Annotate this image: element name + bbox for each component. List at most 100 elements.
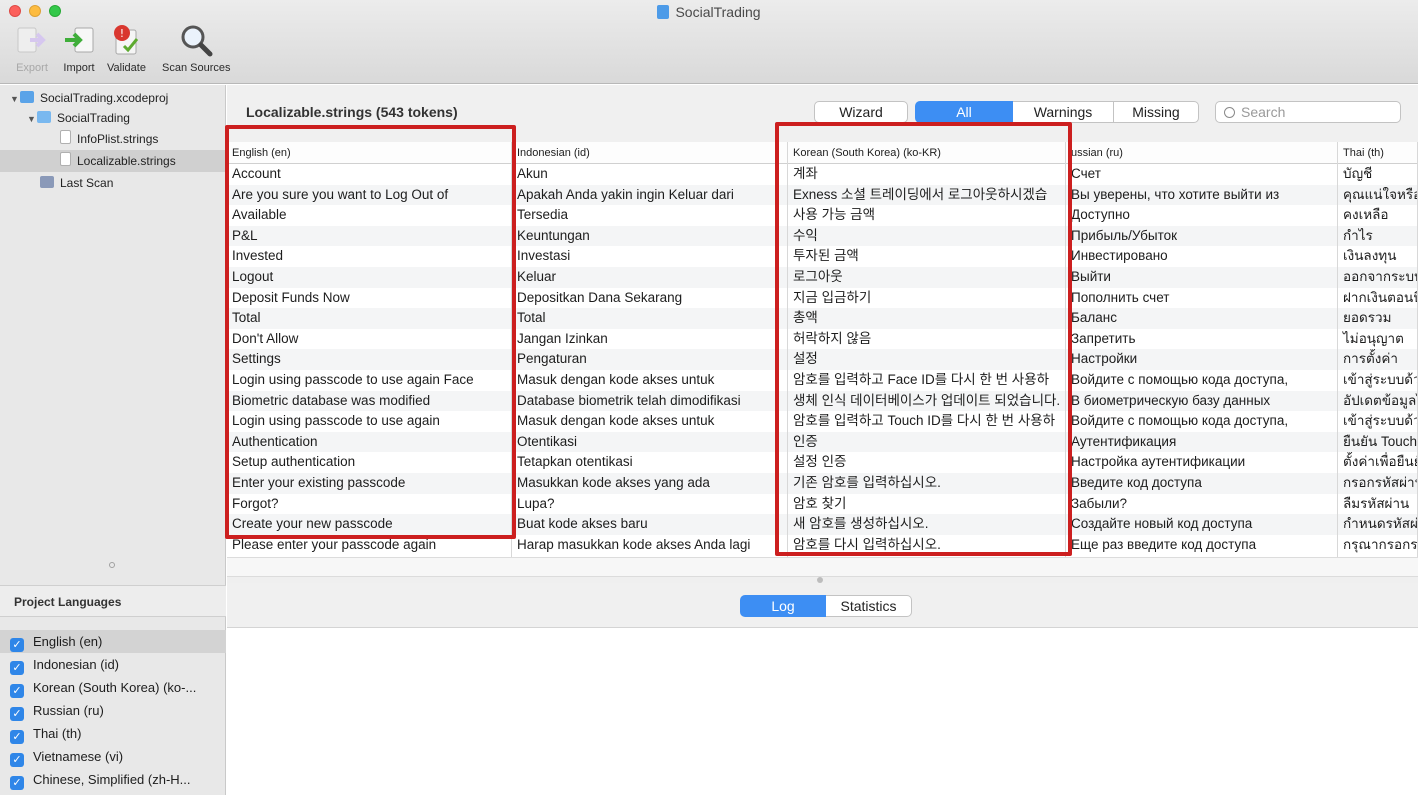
table-cell[interactable]: Deposit Funds Now — [227, 288, 511, 309]
filter-all-button[interactable]: All — [915, 101, 1013, 123]
export-button[interactable]: Export — [14, 22, 50, 74]
table-cell[interactable]: Investasi — [512, 246, 787, 267]
horizontal-scrollbar[interactable] — [227, 557, 1418, 577]
table-cell[interactable]: Инвестировано — [1066, 246, 1337, 267]
sidebar-splitter-handle[interactable] — [109, 562, 115, 568]
table-cell[interactable]: Настройка аутентификации — [1066, 452, 1337, 473]
table-cell[interactable]: Keuntungan — [512, 225, 787, 247]
column-header[interactable]: Korean (South Korea) (ko-KR) — [788, 142, 1065, 164]
table-cell[interactable]: Database biometrik telah dimodifikasi — [512, 390, 787, 412]
table-cell[interactable]: Запретить — [1066, 329, 1337, 350]
table-cell[interactable]: Account — [227, 164, 511, 185]
table-cell[interactable]: 계좌 — [788, 164, 1065, 185]
table-cell[interactable]: Masuk dengan kode akses untuk — [512, 370, 787, 391]
table-cell[interactable]: 생체 인식 데이터베이스가 업데이트 되었습니다. — [788, 390, 1065, 412]
table-cell[interactable]: การตั้งค่า — [1338, 349, 1417, 370]
table-cell[interactable]: กรุณากรอกร — [1338, 535, 1417, 556]
checkbox-icon[interactable]: ✓ — [10, 661, 24, 675]
language-item[interactable]: ✓ Vietnamese (vi) — [0, 745, 226, 768]
table-cell[interactable]: 암호를 다시 입력하십시오. — [788, 535, 1065, 556]
table-cell[interactable]: กำหนดรหัสผ่ — [1338, 514, 1417, 535]
table-cell[interactable]: Tetapkan otentikasi — [512, 452, 787, 473]
table-cell[interactable]: P&L — [227, 225, 511, 247]
table-cell[interactable]: 허락하지 않음 — [788, 329, 1065, 350]
table-cell[interactable]: Счет — [1066, 164, 1337, 185]
table-cell[interactable]: Войдите с помощью кода доступа, — [1066, 370, 1337, 391]
table-cell[interactable]: อัปเดตข้อมูลไ — [1338, 390, 1417, 412]
table-cell[interactable]: เข้าสู่ระบบด้ว — [1338, 370, 1417, 391]
table-cell[interactable]: Buat kode akses baru — [512, 514, 787, 535]
tab-log[interactable]: Log — [740, 595, 826, 617]
tree-item-infoplist[interactable]: InfoPlist.strings — [0, 128, 226, 150]
table-cell[interactable]: เงินลงทุน — [1338, 246, 1417, 267]
table-cell[interactable]: ลืมรหัสผ่าน — [1338, 494, 1417, 515]
table-cell[interactable]: Еще раз введите код доступа — [1066, 535, 1337, 556]
table-cell[interactable]: Enter your existing passcode — [227, 472, 511, 494]
table-cell[interactable]: Invested — [227, 246, 511, 267]
column-header[interactable]: ussian (ru) — [1066, 142, 1337, 164]
table-cell[interactable]: Depositkan Dana Sekarang — [512, 288, 787, 309]
table-cell[interactable]: Settings — [227, 349, 511, 370]
table-cell[interactable]: Login using passcode to use again Face — [227, 370, 511, 391]
language-item[interactable]: ✓ Korean (South Korea) (ko-... — [0, 676, 226, 699]
table-cell[interactable]: Logout — [227, 266, 511, 288]
filter-missing-button[interactable]: Missing — [1113, 101, 1199, 123]
table-cell[interactable]: 투자된 금액 — [788, 246, 1065, 267]
filter-warnings-button[interactable]: Warnings — [1013, 101, 1113, 123]
table-cell[interactable]: 암호 찾기 — [788, 494, 1065, 515]
table-cell[interactable]: Authentication — [227, 431, 511, 453]
table-cell[interactable]: Masukkan kode akses yang ada — [512, 472, 787, 494]
language-item[interactable]: ✓ Chinese, Simplified (zh-H... — [0, 768, 226, 791]
table-cell[interactable]: ออกจากระบบ — [1338, 266, 1417, 288]
table-cell[interactable]: Harap masukkan kode akses Anda lagi — [512, 535, 787, 556]
table-cell[interactable]: กรอกรหัสผ่าน — [1338, 472, 1417, 494]
table-cell[interactable]: ตั้งค่าเพื่อยืนยั — [1338, 452, 1417, 473]
table-cell[interactable]: Настройки — [1066, 349, 1337, 370]
table-cell[interactable]: Баланс — [1066, 308, 1337, 329]
table-cell[interactable]: 설정 — [788, 349, 1065, 370]
table-cell[interactable]: Выйти — [1066, 266, 1337, 288]
checkbox-icon[interactable]: ✓ — [10, 776, 24, 790]
table-cell[interactable]: ยอดรวม — [1338, 308, 1417, 329]
checkbox-icon[interactable]: ✓ — [10, 707, 24, 721]
table-cell[interactable]: บัญชี — [1338, 164, 1417, 185]
disclosure-triangle-icon[interactable]: ▼ — [27, 108, 37, 130]
table-cell[interactable]: 총액 — [788, 308, 1065, 329]
tree-item-folder[interactable]: ▼ SocialTrading — [0, 107, 226, 129]
table-cell[interactable]: กำไร — [1338, 225, 1417, 247]
column-header[interactable]: Indonesian (id) — [512, 142, 787, 164]
table-cell[interactable]: Masuk dengan kode akses untuk — [512, 411, 787, 432]
table-cell[interactable]: ฝากเงินตอนนี้ — [1338, 288, 1417, 309]
table-cell[interactable]: Total — [512, 308, 787, 329]
table-cell[interactable]: 로그아웃 — [788, 266, 1065, 288]
import-button[interactable]: Import — [61, 22, 97, 74]
table-cell[interactable]: Tersedia — [512, 205, 787, 226]
table-cell[interactable]: เข้าสู่ระบบด้ว — [1338, 411, 1417, 432]
table-cell[interactable]: Аутентификация — [1066, 431, 1337, 453]
tree-item-last-scan[interactable]: Last Scan — [0, 172, 226, 194]
table-cell[interactable]: Забыли? — [1066, 494, 1337, 515]
table-cell[interactable]: Akun — [512, 164, 787, 185]
table-cell[interactable]: Lupa? — [512, 494, 787, 515]
table-cell[interactable]: คงเหลือ — [1338, 205, 1417, 226]
table-cell[interactable]: ไม่อนุญาต — [1338, 329, 1417, 350]
table-cell[interactable]: Please enter your passcode again — [227, 535, 511, 556]
validate-button[interactable]: ! Validate — [107, 22, 146, 74]
table-cell[interactable]: Forgot? — [227, 494, 511, 515]
checkbox-icon[interactable]: ✓ — [10, 753, 24, 767]
tree-item-project[interactable]: ▼ SocialTrading.xcodeproj — [0, 87, 226, 109]
table-cell[interactable]: 새 암호를 생성하십시오. — [788, 514, 1065, 535]
table-cell[interactable]: 기존 암호를 입력하십시오. — [788, 472, 1065, 494]
table-cell[interactable]: Keluar — [512, 266, 787, 288]
table-cell[interactable]: Jangan Izinkan — [512, 329, 787, 350]
table-cell[interactable]: 인증 — [788, 431, 1065, 453]
table-cell[interactable]: Biometric database was modified — [227, 390, 511, 412]
table-cell[interactable]: 사용 가능 금액 — [788, 205, 1065, 226]
table-cell[interactable]: 암호를 입력하고 Face ID를 다시 한 번 사용하 — [788, 370, 1065, 391]
table-cell[interactable]: Are you sure you want to Log Out of — [227, 184, 511, 206]
table-cell[interactable]: Login using passcode to use again — [227, 411, 511, 432]
tab-statistics[interactable]: Statistics — [826, 595, 912, 617]
language-item[interactable]: ✓ Russian (ru) — [0, 699, 226, 722]
checkbox-icon[interactable]: ✓ — [10, 638, 24, 652]
table-cell[interactable]: Pengaturan — [512, 349, 787, 370]
